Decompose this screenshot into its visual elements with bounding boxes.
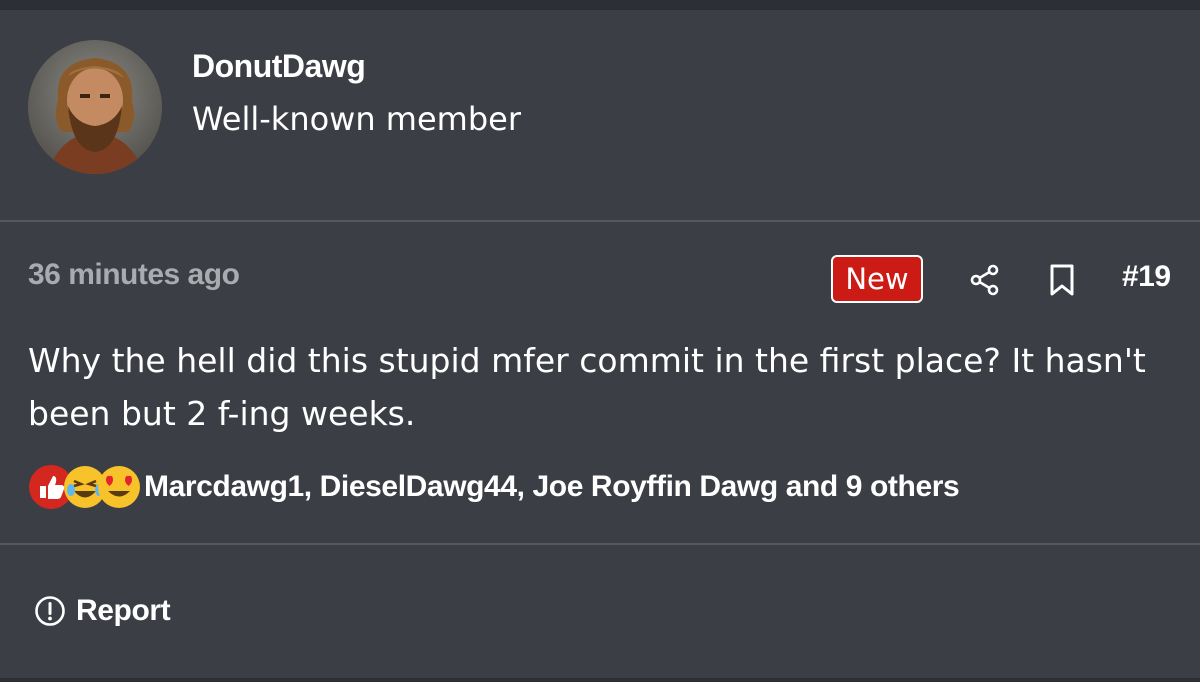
reaction-users[interactable]: Marcdawg1, DieselDawg44, Joe Royffin Daw…	[144, 470, 960, 504]
author-divider	[0, 220, 1200, 222]
post-body: Why the hell did this stupid mfer commit…	[28, 341, 1146, 433]
forum-post: DonutDawg Well-known member 36 minutes a…	[0, 0, 1200, 682]
bottom-edge	[0, 678, 1200, 682]
reaction-icons[interactable]	[28, 464, 140, 510]
report-label: Report	[76, 594, 171, 627]
new-badge: New	[831, 255, 923, 303]
alert-circle-icon	[35, 596, 65, 626]
avatar[interactable]	[28, 40, 162, 174]
heart-eyes-icon	[98, 466, 140, 508]
reaction-bar[interactable]: Marcdawg1, DieselDawg44, Joe Royffin Daw…	[28, 464, 960, 510]
author-name[interactable]: DonutDawg	[192, 48, 366, 85]
bookmark-icon[interactable]	[1048, 263, 1076, 297]
share-icon[interactable]	[969, 264, 1001, 296]
top-edge	[0, 0, 1200, 10]
post-timestamp[interactable]: 36 minutes ago	[28, 258, 240, 292]
post-author-block: DonutDawg Well-known member	[0, 10, 1200, 220]
footer-divider	[0, 543, 1200, 545]
report-button[interactable]: Report	[34, 594, 171, 628]
author-title: Well-known member	[192, 100, 521, 138]
post-number-link[interactable]: #19	[1122, 260, 1171, 294]
